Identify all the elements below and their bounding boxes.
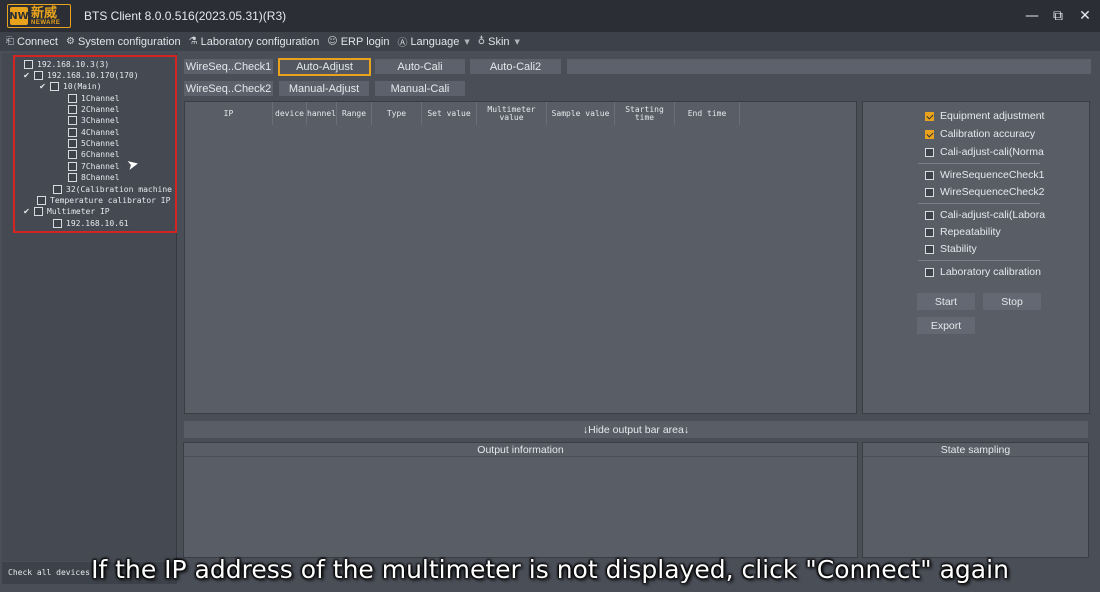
video-caption: If the IP address of the multimeter is n… [91, 555, 1009, 584]
tab-auto-adjust[interactable]: Auto-Adjust [278, 58, 371, 76]
state-sampling-title: State sampling [863, 443, 1088, 457]
checkbox-checked[interactable] [925, 129, 934, 139]
column-ip[interactable]: IP [185, 102, 273, 125]
tab-manual-cali[interactable]: Manual-Cali [375, 81, 465, 96]
output-information-panel: Output information [183, 442, 858, 558]
menu-skin[interactable]: ♁ Skin ▼ [478, 36, 520, 48]
table-header: IP device hannel Range Type Set value Mu… [185, 102, 770, 125]
option-stability[interactable]: Stability [925, 242, 977, 256]
option-laboratory-calibration[interactable]: Laboratory calibration [925, 265, 1041, 279]
option-label: Cali-adjust-cali(Norma [940, 146, 1044, 158]
option-equipment-adjustment[interactable]: Equipment adjustment [925, 109, 1044, 123]
option-repeatability[interactable]: Repeatability [925, 225, 1001, 239]
menu-skin-label: Skin [488, 35, 510, 48]
option-label: Calibration accuracy [940, 128, 1036, 140]
menu-connect-label: Connect [17, 35, 58, 48]
close-button[interactable]: ✕ [1075, 6, 1095, 26]
output-information-title: Output information [184, 443, 857, 457]
column-channel[interactable]: hannel [307, 102, 337, 125]
neware-logo: NW 新威 NEWARE [7, 4, 71, 28]
minimize-button[interactable]: — [1022, 6, 1042, 26]
option-label: Repeatability [940, 226, 1001, 238]
menu-laboratory-configuration-label: Laboratory configuration [200, 35, 320, 48]
user-icon: ☺ [327, 36, 338, 47]
divider [918, 163, 1040, 164]
option-cali-adjust-cali-normal[interactable]: Cali-adjust-cali(Norma [925, 145, 1044, 159]
option-label: Equipment adjustment [940, 110, 1045, 122]
option-label: WireSequenceCheck1 [940, 169, 1045, 181]
title-bar: NW 新威 NEWARE BTS Client 8.0.0.516(2023.0… [0, 0, 1100, 32]
flask-icon: ⚗ [188, 36, 198, 47]
column-starting-time[interactable]: Starting time [615, 102, 675, 125]
checkbox[interactable] [925, 227, 934, 237]
column-set-value[interactable]: Set value [422, 102, 477, 125]
connect-icon: ⎗ [6, 36, 14, 47]
checkbox[interactable] [925, 244, 934, 254]
column-type[interactable]: Type [372, 102, 422, 125]
column-device[interactable]: device [273, 102, 307, 125]
tab-strip-filler [567, 59, 1091, 74]
hide-output-bar-button[interactable]: ↓Hide output bar area↓ [184, 421, 1088, 438]
divider [918, 260, 1040, 261]
column-range[interactable]: Range [337, 102, 372, 125]
language-icon: Ⓐ [397, 38, 408, 49]
checkbox[interactable] [925, 147, 934, 157]
checkbox[interactable] [925, 267, 934, 277]
menu-language-label: Language [410, 35, 460, 48]
gear-icon: ⚙ [65, 36, 75, 47]
menu-system-configuration-label: System configuration [77, 35, 181, 48]
option-label: Stability [940, 243, 977, 255]
start-button[interactable]: Start [917, 293, 975, 310]
logo-en: NEWARE [31, 19, 61, 26]
option-cali-adjust-cali-lab[interactable]: Cali-adjust-cali(Labora [925, 208, 1045, 222]
menu-laboratory-configuration[interactable]: ⚗ Laboratory configuration [189, 36, 320, 48]
export-button[interactable]: Export [917, 317, 975, 334]
results-table[interactable]: IP device hannel Range Type Set value Mu… [184, 101, 857, 414]
menu-erp-login[interactable]: ☺ ERP login [327, 36, 389, 48]
red-highlight-box [13, 55, 177, 233]
column-sample-value[interactable]: Sample value [547, 102, 615, 125]
option-wiresequencecheck1[interactable]: WireSequenceCheck1 [925, 168, 1044, 182]
checkbox-checked[interactable] [925, 111, 934, 121]
logo-cn: 新威 [31, 5, 58, 21]
tab-auto-cali[interactable]: Auto-Cali [375, 59, 465, 74]
state-sampling-panel: State sampling [862, 442, 1089, 558]
column-multimeter-value[interactable]: Multimeter value [477, 102, 547, 125]
menu-language[interactable]: Ⓐ Language ▼ [397, 34, 470, 50]
option-calibration-accuracy[interactable]: Calibration accuracy [925, 127, 1035, 141]
checkbox[interactable] [925, 170, 934, 180]
tab-wireseq-check2[interactable]: WireSeq..Check2 [184, 81, 273, 96]
device-tree-panel: 192.168.10.3(3) ✔ 192.168.10.170(170) ✔ … [2, 53, 177, 561]
column-end-time[interactable]: End time [675, 102, 740, 125]
menu-erp-login-label: ERP login [340, 35, 390, 48]
checkbox[interactable] [925, 187, 934, 197]
menu-connect[interactable]: ⎗ Connect [6, 36, 58, 48]
divider [918, 203, 1040, 204]
menu-bar: ⎗ Connect ⚙ System configuration ⚗ Labor… [0, 32, 1100, 51]
restore-button[interactable]: ⧉ [1048, 6, 1068, 26]
app-title: BTS Client 8.0.0.516(2023.05.31)(R3) [84, 9, 287, 23]
option-wiresequencecheck2[interactable]: WireSequenceCheck2 [925, 185, 1044, 199]
tab-manual-adjust[interactable]: Manual-Adjust [279, 81, 369, 96]
chevron-down-icon: ▼ [464, 37, 470, 46]
option-label: WireSequenceCheck2 [940, 186, 1045, 198]
tab-wireseq-check1[interactable]: WireSeq..Check1 [184, 59, 273, 74]
chevron-down-icon: ▼ [514, 37, 520, 46]
shirt-icon: ♁ [477, 36, 486, 47]
option-label: Laboratory calibration [940, 266, 1041, 278]
tab-auto-cali2[interactable]: Auto-Cali2 [470, 59, 561, 74]
option-label: Cali-adjust-cali(Labora [940, 209, 1046, 221]
stop-button[interactable]: Stop [983, 293, 1041, 310]
menu-system-configuration[interactable]: ⚙ System configuration [66, 36, 181, 48]
logo-mark: NW [9, 7, 29, 25]
checkbox[interactable] [925, 210, 934, 220]
